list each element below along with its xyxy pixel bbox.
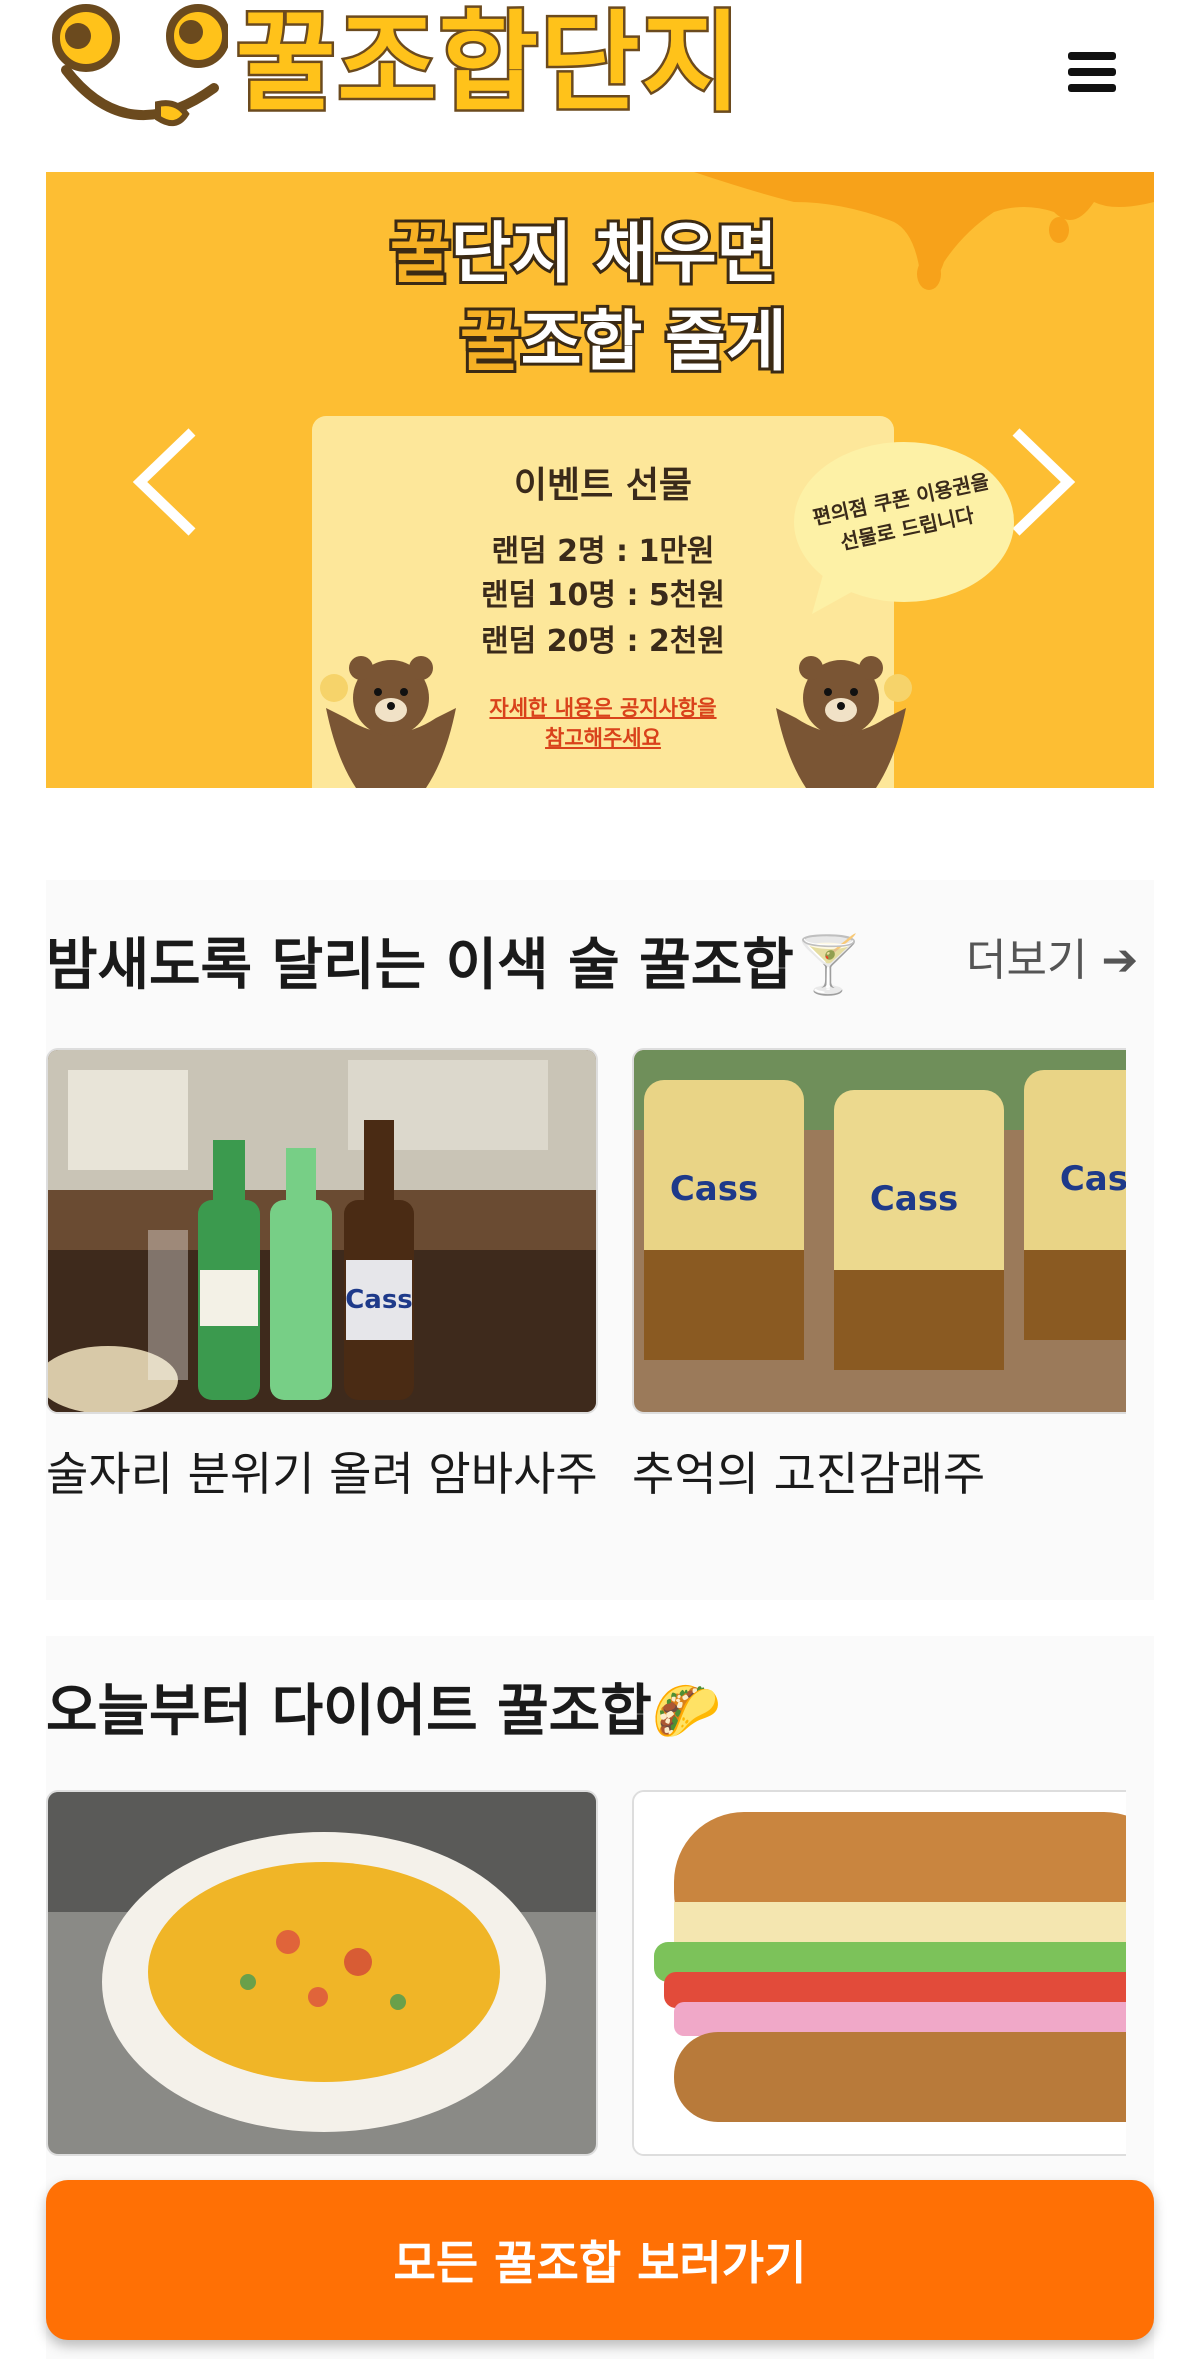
- section-title: 오늘부터 다이어트 꿀조합🌮: [46, 1679, 722, 1744]
- svg-text:Cass: Cass: [670, 1169, 758, 1209]
- svg-text:Cass: Cass: [1060, 1159, 1126, 1199]
- view-all-combos-button[interactable]: 모든 꿀조합 보러가기: [46, 2180, 1154, 2340]
- site-logo[interactable]: 꿀조합단지: [48, 0, 808, 150]
- event-banner-carousel[interactable]: 꿀단지 채우면 꿀조합 줄게 이벤트 선물 랜덤 2명 : 1만원 랜덤 10명…: [46, 172, 1154, 788]
- combo-section-drinks: 밤새도록 달리는 이색 술 꿀조합🍸 더보기 ➔ Cass 술자리 분위기 올려…: [46, 880, 1154, 1600]
- chevron-left-icon[interactable]: [126, 422, 216, 542]
- bear-mascot-icon: [776, 656, 912, 788]
- card-image: Cass: [46, 1048, 598, 1414]
- card-carousel[interactable]: [46, 1790, 1126, 2190]
- logo-text: 꿀조합단지: [234, 1, 744, 126]
- header: 꿀조합단지: [0, 0, 1200, 160]
- card-title: 추억의 고진감래주: [632, 1447, 986, 1501]
- banner-headline: 꿀단지 채우면 꿀조합 줄게: [336, 210, 896, 410]
- svg-text:Cass: Cass: [345, 1285, 413, 1315]
- bear-mascot-icon: [320, 656, 456, 788]
- headline-honey-2: 꿀: [457, 300, 524, 383]
- card-image: Cass Cass Cass: [632, 1048, 1126, 1414]
- headline-line2: 조합 줄게: [518, 300, 790, 383]
- card-image: [46, 1790, 598, 2156]
- hamburger-menu-icon[interactable]: [1064, 52, 1120, 96]
- card-title: 술자리 분위기 올려 암바사주: [46, 1447, 598, 1501]
- headline-honey-1: 꿀: [387, 212, 454, 295]
- card-image: [632, 1790, 1126, 2156]
- more-link[interactable]: 더보기 ➔: [966, 924, 1138, 988]
- smiley-logo-icon: [52, 4, 228, 127]
- card-carousel[interactable]: Cass 술자리 분위기 올려 암바사주 Cass Cass Cas 추억의 고…: [46, 1048, 1126, 1578]
- headline-line1: 단지 채우면: [448, 212, 781, 295]
- svg-text:Cass: Cass: [870, 1179, 958, 1219]
- section-title: 밤새도록 달리는 이색 술 꿀조합🍸: [46, 933, 864, 998]
